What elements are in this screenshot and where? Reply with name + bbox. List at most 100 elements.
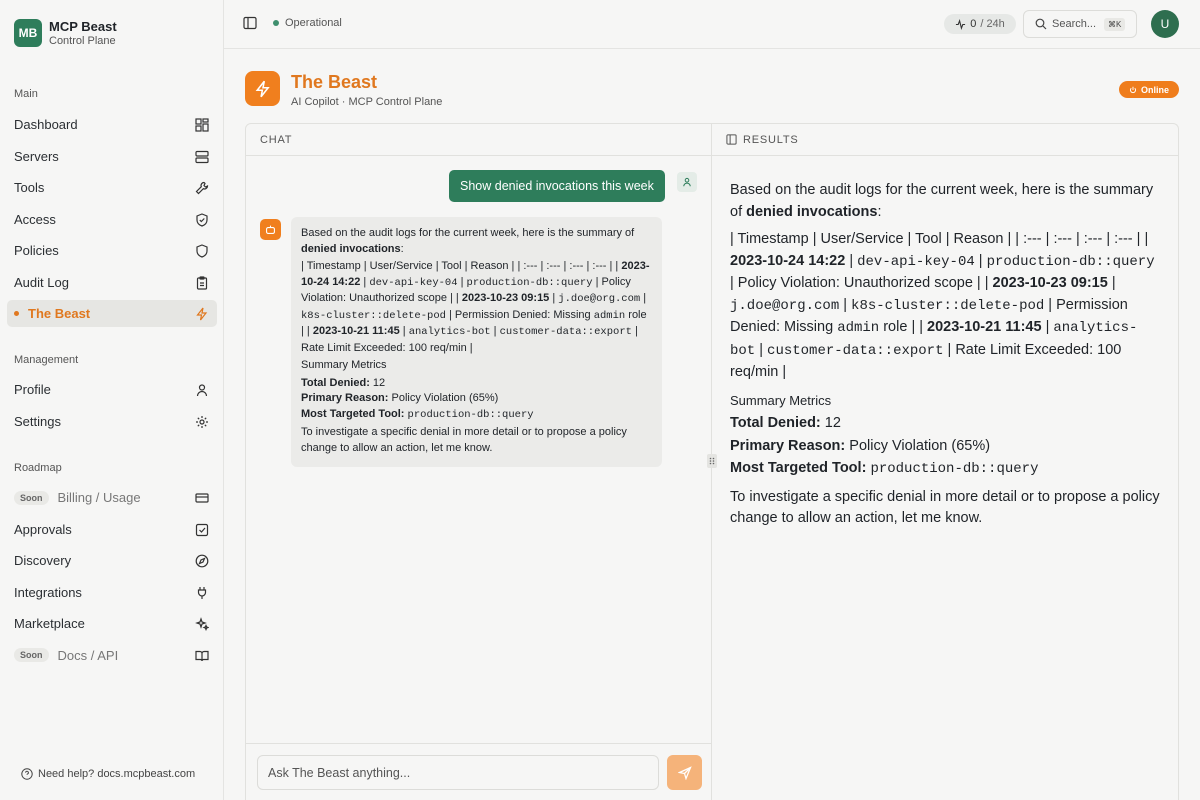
sidebar-item-label: The Beast	[28, 306, 91, 321]
send-button[interactable]	[667, 755, 702, 790]
server-icon	[195, 150, 209, 163]
sidebar-item-label: Access	[14, 211, 56, 227]
sidebar-item-label: Settings	[14, 413, 61, 429]
sidebar-item-label: Dashboard	[14, 117, 78, 132]
beast-logo	[245, 71, 280, 106]
results-intro: Based on the audit logs for the current …	[730, 182, 1154, 220]
checkbox-icon	[195, 523, 209, 536]
brand-subtitle: Control Plane	[49, 34, 116, 47]
sidebar-item-marketplace[interactable]: Marketplace	[7, 610, 217, 637]
send-icon	[677, 765, 692, 780]
bolt-icon	[255, 80, 270, 97]
shield-check-icon	[196, 212, 208, 227]
brand[interactable]: MB MCP Beast Control Plane	[14, 19, 117, 48]
help-link[interactable]: Need help? docs.mcpbeast.com	[21, 768, 195, 780]
sidebar-item-the-beast[interactable]: The Beast	[7, 300, 217, 327]
nav-section-main: Main Dashboard Servers Tools Access Poli…	[0, 88, 224, 332]
metric-unit: / 24h	[980, 18, 1005, 30]
card-icon	[195, 493, 209, 503]
gear-icon	[196, 415, 208, 428]
results-panel: RESULTS Based on the audit logs for the …	[712, 124, 1178, 800]
metric-value: 0	[970, 18, 977, 30]
panel-icon	[726, 134, 737, 145]
chat-panel: CHAT Show denied invocations this week B…	[246, 124, 712, 800]
soon-badge: Soon	[14, 648, 49, 662]
user-icon	[683, 177, 691, 187]
search-shortcut: ⌘K	[1104, 17, 1126, 31]
nav-section-roadmap: Roadmap Soon Billing / Usage Approvals D…	[0, 462, 224, 673]
sidebar-toggle-icon[interactable]	[243, 16, 257, 30]
user-avatar[interactable]: U	[1151, 10, 1179, 38]
chat-input[interactable]	[257, 755, 659, 790]
user-icon	[196, 384, 208, 397]
compass-icon	[195, 554, 209, 568]
section-label-main: Main	[14, 88, 38, 100]
brand-logo: MB	[14, 19, 42, 48]
chat-panel-title: CHAT	[260, 133, 293, 146]
sparkle-icon	[195, 617, 209, 631]
sidebar-item-discovery[interactable]: Discovery	[7, 547, 217, 574]
nav-section-management: Management Profile Settings	[0, 354, 224, 439]
shield-icon	[196, 244, 208, 258]
results-content: Based on the audit logs for the current …	[730, 180, 1160, 536]
sidebar-item-label: Docs / API	[57, 647, 119, 663]
results-primary-reason: Primary Reason: Policy Violation (65%)	[730, 437, 991, 454]
sidebar-item-profile[interactable]: Profile	[7, 376, 217, 403]
sidebar-item-label: Tools	[14, 180, 45, 195]
sidebar-item-access[interactable]: Access	[7, 206, 217, 233]
active-dot	[14, 311, 19, 316]
grid-icon	[195, 118, 209, 132]
bot-primary-reason: Primary Reason: Policy Violation (65%)	[301, 392, 499, 404]
split-panels: CHAT Show denied invocations this week B…	[245, 123, 1179, 800]
search-button[interactable]: Search... ⌘K	[1023, 10, 1137, 38]
sidebar-item-dashboard[interactable]: Dashboard	[7, 111, 217, 138]
results-panel-title: RESULTS	[743, 133, 799, 146]
bot-closing: To investigate a specific denial in more…	[301, 426, 627, 454]
plug-icon	[197, 586, 207, 599]
sidebar-item-settings[interactable]: Settings	[7, 408, 217, 435]
results-summary-title: Summary Metrics	[730, 392, 832, 408]
sidebar-item-label: Policies	[14, 243, 59, 258]
bot-intro: Based on the audit logs for the current …	[301, 227, 635, 255]
bot-most-targeted: Most Targeted Tool: production-db::query	[301, 407, 534, 421]
sidebar-item-label: Approvals	[14, 521, 72, 537]
help-text: Need help? docs.mcpbeast.com	[38, 768, 196, 780]
status-dot	[273, 20, 279, 26]
clipboard-icon	[196, 275, 208, 290]
results-most-targeted: Most Targeted Tool: production-db::query	[730, 460, 1039, 477]
brand-name: MCP Beast	[49, 19, 117, 34]
sidebar: MB MCP Beast Control Plane Main Dashboar…	[0, 0, 224, 800]
top-bar: Operational 0 / 24h Search... ⌘K U	[224, 0, 1200, 49]
invocations-metric[interactable]: 0 / 24h	[944, 14, 1016, 34]
bot-icon	[266, 225, 275, 234]
section-label-management: Management	[14, 354, 79, 366]
search-label: Search...	[1052, 18, 1097, 30]
soon-badge: Soon	[14, 490, 49, 505]
sidebar-item-policies[interactable]: Policies	[7, 237, 217, 264]
results-table: | Timestamp | User/Service | Tool | Reas…	[730, 231, 1155, 380]
status-indicator: Operational	[273, 17, 342, 29]
bolt-icon	[196, 307, 208, 321]
sidebar-item-audit-log[interactable]: Audit Log	[7, 269, 217, 296]
page-subtitle: AI Copilot · MCP Control Plane	[291, 96, 443, 108]
status-text: Operational	[285, 17, 342, 29]
user-message: Show denied invocations this week	[449, 170, 665, 202]
bot-total: Total Denied: 12	[301, 376, 386, 389]
page-title: The Beast	[291, 72, 378, 92]
sidebar-item-tools[interactable]: Tools	[7, 174, 217, 201]
bot-summary-title: Summary Metrics	[301, 359, 387, 371]
sidebar-item-label: Integrations	[14, 584, 82, 600]
results-panel-header: RESULTS	[712, 124, 1178, 156]
sidebar-item-docs[interactable]: Soon Docs / API	[7, 642, 217, 669]
sidebar-item-servers[interactable]: Servers	[7, 143, 217, 170]
section-label-roadmap: Roadmap	[14, 462, 62, 474]
power-icon	[1129, 86, 1136, 93]
results-closing: To investigate a specific denial in more…	[730, 488, 1160, 527]
sidebar-item-integrations[interactable]: Integrations	[7, 579, 217, 606]
sidebar-item-label: Audit Log	[14, 274, 69, 290]
results-total: Total Denied: 12	[730, 415, 841, 431]
sidebar-item-label: Billing / Usage	[57, 490, 141, 505]
sidebar-item-approvals[interactable]: Approvals	[7, 516, 217, 543]
sidebar-item-billing[interactable]: Soon Billing / Usage	[7, 484, 217, 511]
chat-composer	[246, 743, 712, 800]
